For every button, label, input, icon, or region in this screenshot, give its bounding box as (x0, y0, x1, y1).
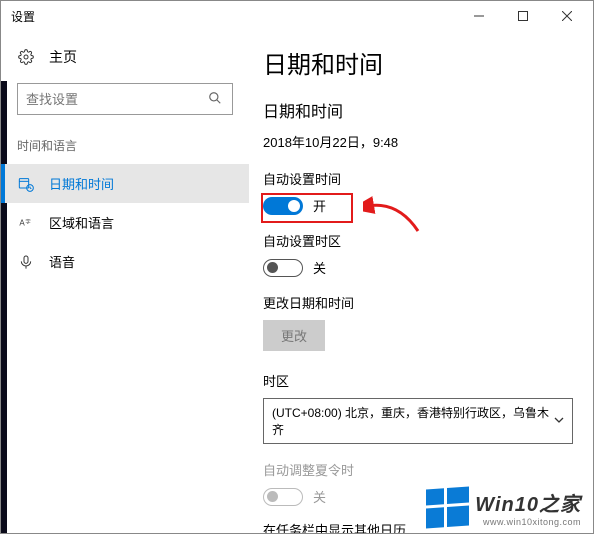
watermark-text: Win10之家 (475, 494, 581, 516)
auto-tz-state: 关 (313, 258, 326, 277)
content-pane: 日期和时间 日期和时间 2018年10月22日，9:48 自动设置时间 开 自动… (249, 31, 593, 533)
auto-time-state: 开 (313, 196, 326, 215)
auto-time-toggle[interactable] (263, 197, 303, 215)
change-datetime-heading: 更改日期和时间 (263, 293, 573, 312)
maximize-button[interactable] (501, 2, 545, 30)
timezone-select[interactable]: (UTC+08:00) 北京，重庆，香港特别行政区，乌鲁木齐 (263, 398, 573, 444)
windows-logo-icon (426, 486, 469, 528)
sidebar: 主页 时间和语言 日期和时间 A字 (1, 31, 249, 533)
titlebar: 设置 (1, 1, 593, 31)
globe-a-icon: A字 (17, 214, 35, 232)
sidebar-item-label: 区域和语言 (49, 213, 114, 232)
sidebar-item-label: 日期和时间 (49, 174, 114, 193)
close-button[interactable] (545, 2, 589, 30)
left-edge-bar (1, 81, 7, 533)
dst-toggle (263, 488, 303, 506)
sidebar-item-datetime[interactable]: 日期和时间 (1, 164, 249, 203)
home-link[interactable]: 主页 (1, 37, 249, 77)
svg-text:A: A (19, 218, 25, 227)
sidebar-item-speech[interactable]: 语音 (1, 242, 249, 281)
main-area: 主页 时间和语言 日期和时间 A字 (1, 31, 593, 533)
sidebar-item-label: 语音 (49, 252, 75, 271)
search-box[interactable] (17, 83, 233, 115)
search-wrap (17, 83, 233, 115)
search-input[interactable] (26, 92, 208, 107)
watermark: Win10之家 www.win10xitong.com (426, 488, 581, 527)
settings-window: 设置 主页 (0, 0, 594, 534)
search-icon (208, 91, 224, 107)
sidebar-section-header: 时间和语言 (1, 129, 249, 164)
svg-text:字: 字 (25, 217, 30, 225)
chevron-down-icon (554, 414, 564, 428)
change-button: 更改 (263, 320, 325, 351)
window-title: 设置 (11, 8, 35, 25)
page-title: 日期和时间 (263, 45, 573, 80)
dst-label: 自动调整夏令时 (263, 460, 573, 479)
gear-icon (17, 48, 35, 66)
watermark-url: www.win10xitong.com (475, 517, 581, 527)
calendar-clock-icon (17, 175, 35, 193)
timezone-heading: 时区 (263, 371, 573, 390)
section-title: 日期和时间 (263, 98, 573, 122)
minimize-button[interactable] (457, 2, 501, 30)
timezone-value: (UTC+08:00) 北京，重庆，香港特别行政区，乌鲁木齐 (272, 404, 554, 438)
microphone-icon (17, 253, 35, 271)
dst-state: 关 (313, 487, 326, 506)
current-datetime: 2018年10月22日，9:48 (263, 132, 573, 151)
home-label: 主页 (49, 47, 77, 67)
auto-tz-toggle[interactable] (263, 259, 303, 277)
auto-time-label: 自动设置时间 (263, 169, 573, 188)
sidebar-item-region[interactable]: A字 区域和语言 (1, 203, 249, 242)
auto-tz-label: 自动设置时区 (263, 231, 573, 250)
